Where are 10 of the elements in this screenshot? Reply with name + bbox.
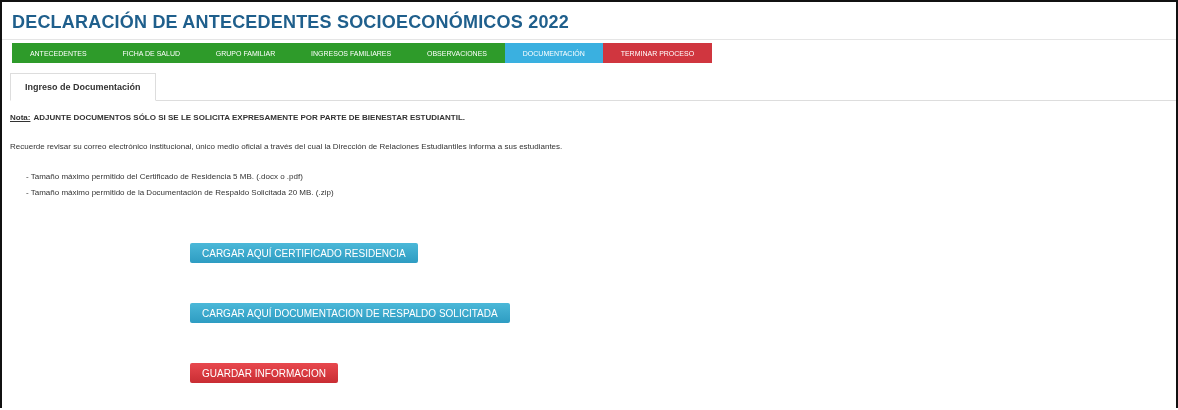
section-tab[interactable]: Ingreso de Documentación [10, 73, 156, 101]
save-button[interactable]: GUARDAR INFORMACION [190, 363, 338, 383]
upload-button[interactable]: CARGAR AQUÍ DOCUMENTACION DE RESPALDO SOLICITADA [190, 303, 510, 323]
note-text: ADJUNTE DOCUMENTOS SÓLO SI SE LE SOLICITA EXPRESAMENTE POR PARTE DE BIENESTAR ESTUDIANTIL. [33, 113, 466, 122]
upload-button[interactable]: CARGAR AQUÍ CERTIFICADO RESIDENCIA [190, 243, 418, 263]
note-label: Nota: [10, 113, 31, 122]
reminder-text: Recuerde revisar su correo electrónico institucional, único medio oficial a través del cual la Dirección de Relaciones Estudiantiles informa a sus estudiantes. [10, 142, 564, 151]
page-title: DECLARACIÓN DE ANTECEDENTES SOCIOECONÓMICOS 2022 [12, 12, 570, 33]
file-size-limit: - Tamaño máximo permitido de la Documentación de Respaldo Solicitada 20 MB. (.zip) [25, 187, 335, 199]
file-size-limit: - Tamaño máximo permitido del Certificado de Residencia 5 MB. (.docx o .pdf) [25, 171, 304, 183]
